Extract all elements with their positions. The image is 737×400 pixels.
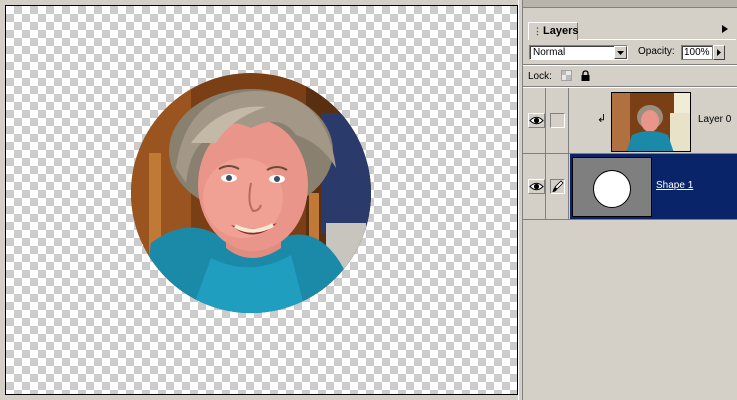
panel-menu-icon: [722, 25, 728, 33]
lock-transparency-checkbox[interactable]: [561, 70, 572, 81]
layer-row-layer-0[interactable]: ↲ Layer 0: [523, 88, 737, 154]
grip-icon: ⋮: [533, 26, 542, 36]
layer-main-shape-1[interactable]: Shape 1: [570, 154, 737, 219]
layers-panel: ⋮Layers Normal Opacity: 100% Lock: ↲ Lay…: [522, 0, 737, 400]
layer-name[interactable]: Layer 0: [698, 114, 731, 125]
opacity-slider-button[interactable]: [713, 45, 725, 60]
panel-menu-button[interactable]: [718, 23, 732, 35]
document-area: [0, 0, 522, 400]
layer-thumbnail-shape: [572, 157, 652, 217]
link-cell[interactable]: [547, 88, 569, 153]
chevron-down-icon: [617, 51, 624, 55]
eye-icon: [529, 182, 544, 191]
visibility-cell[interactable]: [526, 88, 546, 153]
circular-photo: [131, 73, 371, 313]
link-cell[interactable]: [547, 154, 569, 219]
tab-divider: [578, 39, 736, 40]
opacity-label: Opacity:: [638, 46, 675, 57]
link-toggle[interactable]: [550, 179, 565, 194]
lock-label: Lock:: [528, 71, 552, 82]
document-canvas[interactable]: [5, 5, 518, 395]
link-toggle[interactable]: [550, 113, 565, 128]
layer-main-layer-0[interactable]: ↲ Layer 0: [570, 88, 737, 153]
layers-list: ↲ Layer 0 Shape 1: [523, 88, 737, 400]
transparency-icon: [562, 71, 571, 80]
eye-icon: [529, 116, 544, 125]
opacity-input[interactable]: 100%: [681, 45, 713, 60]
visibility-cell[interactable]: [526, 154, 546, 219]
photo-thumbnail-image: [612, 93, 690, 151]
lock-all-button[interactable]: [580, 70, 591, 82]
separator: [523, 64, 737, 66]
lock-icon: [581, 70, 590, 81]
visibility-toggle[interactable]: [528, 113, 545, 128]
blend-mode-dropdown-button[interactable]: [614, 46, 627, 59]
visibility-toggle[interactable]: [528, 179, 545, 194]
tab-layers-label: Layers: [543, 25, 579, 37]
panel-titlebar[interactable]: [523, 0, 737, 8]
tab-layers[interactable]: ⋮Layers: [528, 22, 578, 40]
layer-row-shape-1[interactable]: Shape 1: [523, 154, 737, 220]
clipping-arrow-icon: ↲: [597, 113, 607, 125]
layer-thumbnail-photo: [611, 92, 691, 152]
chevron-right-icon: [717, 49, 721, 56]
blend-mode-value: Normal: [533, 47, 566, 58]
brush-icon: [552, 180, 564, 192]
blend-mode-select[interactable]: Normal: [529, 45, 628, 60]
layer-name[interactable]: Shape 1: [656, 180, 693, 191]
portrait-image: [131, 73, 371, 313]
circle-shape-icon: [593, 170, 631, 208]
panel-tab-row: ⋮Layers: [523, 8, 737, 40]
